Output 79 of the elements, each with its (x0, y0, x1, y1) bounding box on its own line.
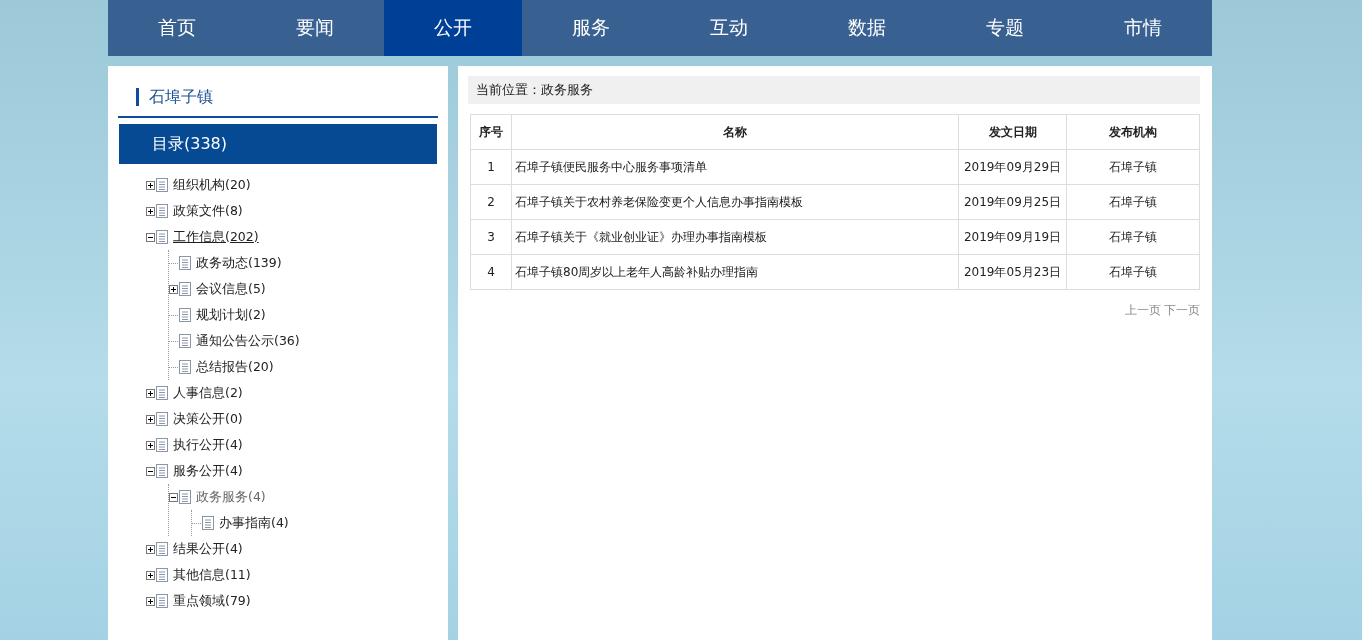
document-icon (156, 230, 168, 244)
tree-item[interactable]: 执行公开(4) (173, 436, 243, 454)
document-icon (156, 178, 168, 192)
document-icon (179, 308, 191, 322)
expand-icon[interactable] (146, 414, 155, 424)
tree-item[interactable]: 工作信息(202) (173, 228, 259, 246)
table-cell: 2 (470, 184, 512, 220)
nav-tab[interactable]: 服务 (522, 0, 660, 56)
tree-item[interactable]: 办事指南(4) (219, 514, 289, 532)
document-icon (156, 464, 168, 478)
document-icon (179, 282, 191, 296)
sidebar-title: 石埠子镇 (136, 88, 213, 106)
document-icon (179, 490, 191, 504)
document-icon (156, 204, 168, 218)
document-icon (156, 594, 168, 608)
next-page-link[interactable]: 下一页 (1164, 303, 1200, 317)
expand-icon[interactable] (146, 596, 155, 606)
expand-icon[interactable] (146, 570, 155, 580)
column-header: 发布机构 (1066, 114, 1200, 150)
tree-item[interactable]: 会议信息(5) (196, 280, 266, 298)
tree-item[interactable]: 通知公告公示(36) (196, 332, 300, 350)
document-icon (202, 516, 214, 530)
nav-tab[interactable]: 市情 (1074, 0, 1212, 56)
document-link[interactable]: 石埠子镇便民服务中心服务事项清单 (511, 149, 959, 185)
expand-icon[interactable] (146, 206, 155, 216)
table-cell: 石埠子镇 (1066, 184, 1200, 220)
table-cell: 4 (470, 254, 512, 290)
table-cell: 石埠子镇 (1066, 219, 1200, 255)
document-icon (179, 360, 191, 374)
expand-icon[interactable] (146, 388, 155, 398)
tree-item[interactable]: 服务公开(4) (173, 462, 243, 480)
table-cell: 2019年05月23日 (958, 254, 1067, 290)
document-icon (156, 386, 168, 400)
nav-tab[interactable]: 首页 (108, 0, 246, 56)
collapse-icon[interactable] (169, 492, 178, 502)
document-link[interactable]: 石埠子镇关于《就业创业证》办理办事指南模板 (511, 219, 959, 255)
column-header: 序号 (470, 114, 512, 150)
table-cell: 2019年09月25日 (958, 184, 1067, 220)
tree-item[interactable]: 其他信息(11) (173, 566, 251, 584)
expand-icon[interactable] (146, 544, 155, 554)
tree-item[interactable]: 结果公开(4) (173, 540, 243, 558)
table-cell: 1 (470, 149, 512, 185)
table-cell: 石埠子镇 (1066, 254, 1200, 290)
table-cell: 2019年09月29日 (958, 149, 1067, 185)
catalog-header: 目录(338) (119, 124, 437, 164)
column-header: 名称 (511, 114, 959, 150)
tree-item[interactable]: 组织机构(20) (173, 176, 251, 194)
nav-tab[interactable]: 公开 (384, 0, 522, 56)
document-icon (156, 568, 168, 582)
table-cell: 2019年09月19日 (958, 219, 1067, 255)
column-header: 发文日期 (958, 114, 1067, 150)
document-icon (156, 412, 168, 426)
expand-icon[interactable] (146, 180, 155, 190)
table-cell: 3 (470, 219, 512, 255)
nav-tab[interactable]: 要闻 (246, 0, 384, 56)
nav-tab[interactable]: 互动 (660, 0, 798, 56)
tree-item[interactable]: 政策文件(8) (173, 202, 243, 220)
tree-item[interactable]: 总结报告(20) (196, 358, 274, 376)
document-icon (179, 334, 191, 348)
tree-item[interactable]: 决策公开(0) (173, 410, 243, 428)
tree-item[interactable]: 人事信息(2) (173, 384, 243, 402)
nav-tab[interactable]: 专题 (936, 0, 1074, 56)
previous-page-link[interactable]: 上一页 (1125, 303, 1161, 317)
nav-tab[interactable]: 数据 (798, 0, 936, 56)
document-link[interactable]: 石埠子镇关于农村养老保险变更个人信息办事指南模板 (511, 184, 959, 220)
tree-item[interactable]: 政务动态(139) (196, 254, 282, 272)
table-cell: 石埠子镇 (1066, 149, 1200, 185)
tree-item[interactable]: 政务服务(4) (196, 488, 266, 506)
expand-icon[interactable] (146, 440, 155, 450)
breadcrumb: 当前位置：政务服务 (468, 76, 1200, 104)
collapse-icon[interactable] (146, 232, 155, 242)
document-icon (179, 256, 191, 270)
tree-item[interactable]: 规划计划(2) (196, 306, 266, 324)
collapse-icon[interactable] (146, 466, 155, 476)
expand-icon[interactable] (169, 284, 178, 294)
document-link[interactable]: 石埠子镇80周岁以上老年人高龄补贴办理指南 (511, 254, 959, 290)
tree-item[interactable]: 重点领域(79) (173, 592, 251, 610)
document-icon (156, 542, 168, 556)
document-icon (156, 438, 168, 452)
